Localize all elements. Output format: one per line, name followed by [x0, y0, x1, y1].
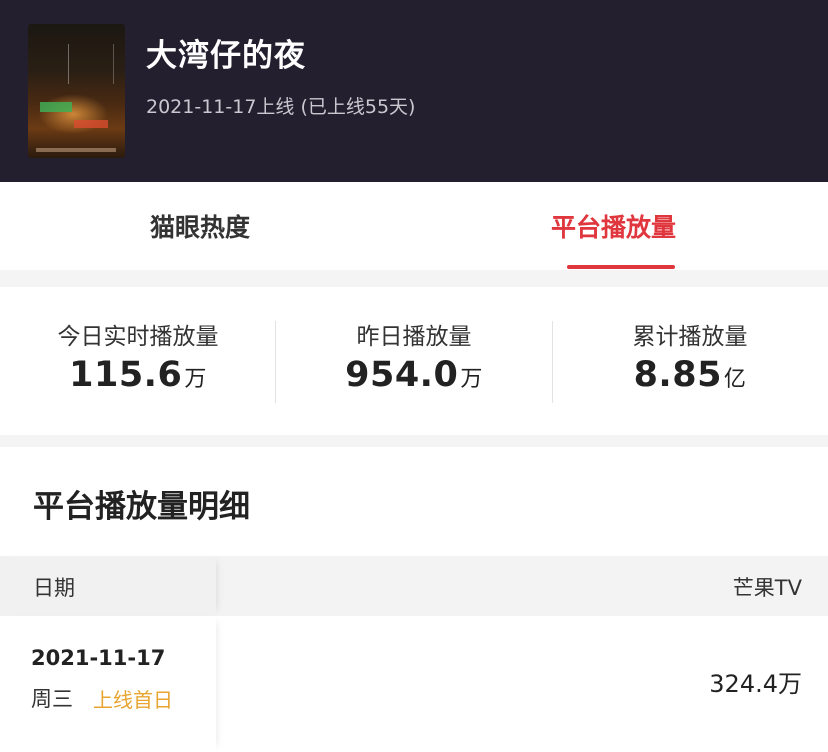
release-info: 2021-11-17上线 (已上线55天): [146, 96, 416, 118]
launch-day-tag: 上线首日: [93, 688, 173, 712]
row-date: 2021-11-17: [31, 646, 166, 670]
stat-today-value: 115.6万: [0, 355, 276, 395]
detail-section: 平台播放量明细 日期 芒果TV 2021-11-17 周三 上线首日 324.4…: [0, 447, 828, 752]
stat-yesterday-unit: 万: [460, 367, 483, 392]
stat-total-value: 8.85亿: [552, 355, 828, 395]
stat-total-label: 累计播放量: [632, 324, 748, 350]
movie-title: 大湾仔的夜: [146, 38, 306, 74]
movie-header: 大湾仔的夜 2021-11-17上线 (已上线55天): [0, 0, 828, 182]
tab-maoyan-heat[interactable]: 猫眼热度: [150, 208, 250, 244]
detail-title: 平台播放量明细: [33, 489, 250, 525]
row-mgtv-value: 324.4万: [709, 670, 802, 698]
table-row[interactable]: 2021-11-17 周三 上线首日 324.4万: [0, 616, 828, 752]
stat-total-unit: 亿: [723, 367, 747, 392]
row-weekday: 周三: [31, 687, 73, 711]
tab-bar: 猫眼热度 平台播放量: [0, 182, 828, 270]
stats-panel: 今日实时播放量 115.6万 昨日播放量 954.0万 累计播放量 8.85亿: [0, 287, 828, 435]
stat-today-number: 115.6: [69, 355, 183, 395]
stat-today: 今日实时播放量 115.6万: [0, 317, 276, 395]
stat-yesterday: 昨日播放量 954.0万: [276, 317, 552, 395]
active-tab-indicator: [567, 265, 675, 269]
tab-platform-plays[interactable]: 平台播放量: [551, 208, 676, 244]
column-header-mgtv: 芒果TV: [732, 576, 802, 600]
stat-total: 累计播放量 8.85亿: [552, 317, 828, 395]
stat-yesterday-number: 954.0: [345, 355, 459, 395]
table-header: 日期 芒果TV: [0, 556, 828, 616]
stat-today-label: 今日实时播放量: [57, 324, 219, 350]
movie-poster[interactable]: [28, 24, 125, 158]
stat-total-number: 8.85: [633, 355, 722, 395]
stat-yesterday-label: 昨日播放量: [356, 324, 472, 350]
column-header-date: 日期: [33, 576, 75, 600]
stat-today-unit: 万: [184, 367, 207, 392]
stat-yesterday-value: 954.0万: [276, 355, 552, 395]
